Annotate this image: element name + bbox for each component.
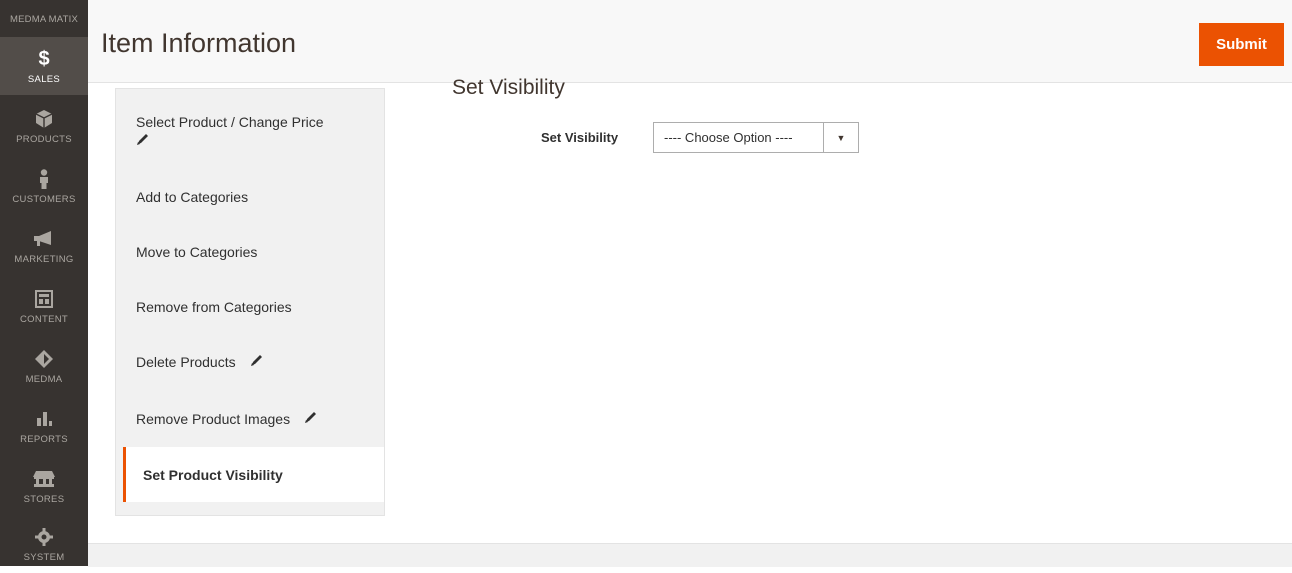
tab-add-to-categories[interactable]: Add to Categories <box>116 169 384 224</box>
logo-text[interactable]: MEDMA MATIX <box>0 14 88 25</box>
store-icon <box>33 467 55 491</box>
nav-label: CUSTOMERS <box>12 194 76 205</box>
person-icon <box>38 167 50 191</box>
pencil-icon <box>304 410 318 427</box>
section-title: Set Visibility <box>452 76 565 99</box>
tab-set-product-visibility[interactable]: Set Product Visibility <box>123 447 384 502</box>
tab-remove-from-categories[interactable]: Remove from Categories <box>116 279 384 334</box>
nav-item-customers[interactable]: CUSTOMERS <box>0 157 88 215</box>
nav-item-products[interactable]: PRODUCTS <box>0 97 88 155</box>
nav-label: PRODUCTS <box>16 134 72 145</box>
nav-label: MARKETING <box>14 254 74 265</box>
page-title: Item Information <box>101 28 297 58</box>
nav-item-content[interactable]: CONTENT <box>0 277 88 335</box>
gear-icon <box>35 525 53 549</box>
nav-label: MEDMA <box>25 374 63 385</box>
tab-label: Remove Product Images <box>136 410 291 427</box>
nav-label: SYSTEM <box>23 552 65 563</box>
footer-bar <box>88 543 1292 567</box>
bar-chart-icon <box>35 407 53 431</box>
tab-select-product[interactable]: Select Product / Change Price <box>116 114 384 159</box>
chevron-down-icon: ▼ <box>823 123 858 152</box>
pencil-icon <box>250 353 264 370</box>
nav-item-sales[interactable]: $ SALES <box>0 37 88 95</box>
page-header: Item Information Submit <box>88 0 1292 83</box>
megaphone-icon <box>34 227 54 251</box>
nav-label: SALES <box>27 74 61 85</box>
tabs-panel: Select Product / Change Price Add to Cat… <box>115 88 385 516</box>
nav-label: STORES <box>23 494 65 505</box>
tab-label: Delete Products <box>136 353 236 370</box>
nav-item-system[interactable]: SYSTEM <box>0 515 88 573</box>
tab-label: Add to Categories <box>136 188 249 205</box>
tab-label: Set Product Visibility <box>143 466 283 483</box>
layout-icon <box>35 287 53 311</box>
set-visibility-select[interactable]: ---- Choose Option ---- ▼ <box>653 122 859 153</box>
cube-icon <box>36 107 52 131</box>
tab-label: Remove from Categories <box>136 298 292 315</box>
nav-item-medma[interactable]: MEDMA <box>0 337 88 395</box>
pencil-icon <box>136 132 384 149</box>
tab-move-to-categories[interactable]: Move to Categories <box>116 224 384 279</box>
dollar-icon: $ <box>38 47 50 70</box>
nav-item-marketing[interactable]: MARKETING <box>0 217 88 275</box>
submit-button[interactable]: Submit <box>1199 23 1284 66</box>
admin-sidebar: MEDMA MATIX $ SALES PRODUCTS CUSTOMERS M… <box>0 0 88 566</box>
tab-label: Move to Categories <box>136 243 258 260</box>
tab-remove-product-images[interactable]: Remove Product Images <box>116 391 384 446</box>
diamond-icon <box>35 347 53 371</box>
tab-label: Select Product / Change Price <box>136 114 324 130</box>
nav-label: CONTENT <box>19 314 68 325</box>
nav-item-stores[interactable]: STORES <box>0 457 88 515</box>
set-visibility-label: Set Visibility <box>541 130 619 145</box>
nav-item-reports[interactable]: REPORTS <box>0 397 88 455</box>
select-value: ---- Choose Option ---- <box>664 130 793 145</box>
nav-label: REPORTS <box>20 434 68 445</box>
tab-delete-products[interactable]: Delete Products <box>116 334 384 389</box>
